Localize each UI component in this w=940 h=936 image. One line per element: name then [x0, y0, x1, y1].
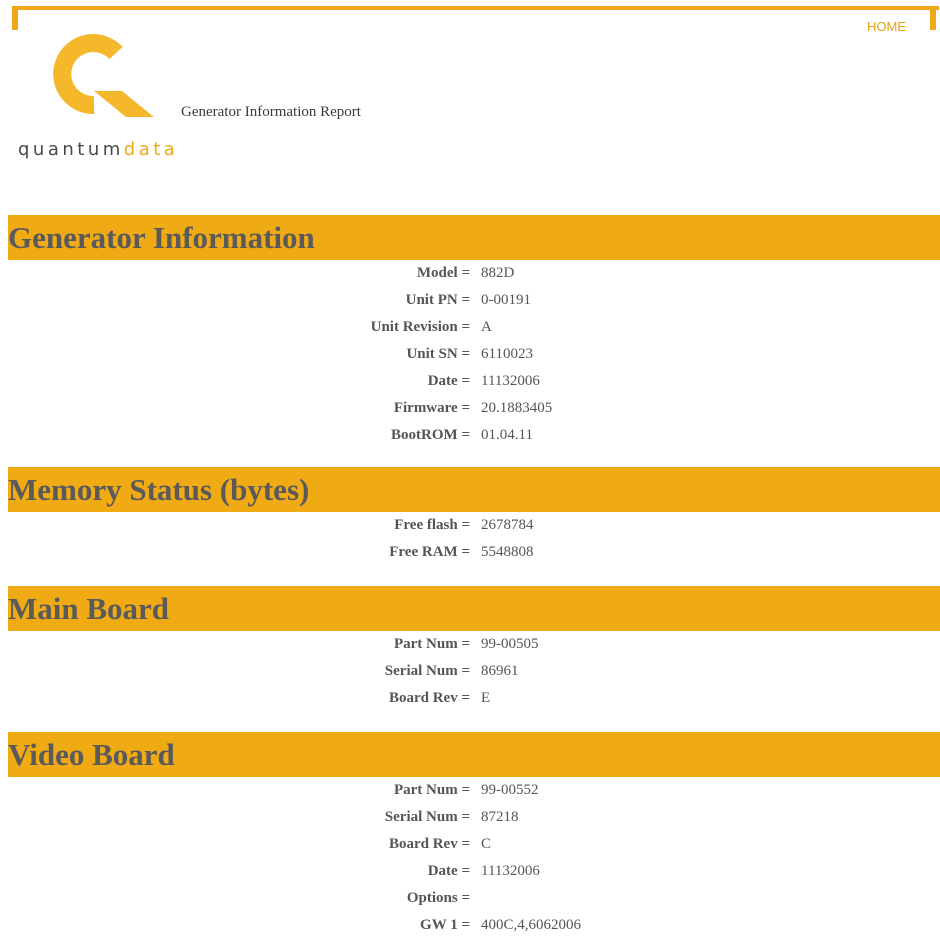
info-row: Board Rev = E	[0, 687, 940, 709]
info-value: 400C,4,6062006	[481, 917, 582, 933]
info-row: GW 1 = 400C,4,6062006	[0, 914, 940, 936]
info-key: Part Num =	[393, 782, 470, 798]
info-key: GW 1 =	[420, 917, 470, 933]
section-header-video-board: Video Board	[8, 732, 940, 777]
info-key: Unit PN =	[405, 292, 470, 308]
section-title: Generator Information	[8, 220, 315, 255]
info-value: 99-00552	[481, 782, 539, 798]
info-key: Board Rev =	[388, 836, 470, 852]
info-value: 01.04.11	[481, 427, 533, 443]
info-key: Firmware =	[393, 400, 470, 416]
info-value: 6110023	[481, 346, 533, 362]
section-title: Memory Status (bytes)	[8, 472, 310, 507]
info-row: Date = 11132006	[0, 370, 940, 392]
section-title: Main Board	[8, 591, 170, 626]
info-row: Part Num = 99-00505	[0, 633, 940, 655]
info-row: Serial Num = 87218	[0, 806, 940, 828]
info-value: 0-00191	[481, 292, 531, 308]
info-row: Unit Revision = A	[0, 316, 940, 338]
info-value: C	[481, 836, 492, 852]
info-key: BootROM =	[391, 427, 470, 443]
logo-wordmark-quantum: quantum	[18, 139, 124, 160]
info-key: Unit SN =	[406, 346, 470, 362]
info-row: Date = 11132006	[0, 860, 940, 882]
section-title: Video Board	[8, 737, 175, 772]
section-header-generator: Generator Information	[8, 215, 940, 260]
info-key: Options =	[406, 890, 470, 906]
section-header-main-board: Main Board	[8, 586, 940, 631]
info-row: Model = 882D	[0, 262, 940, 284]
info-key: Unit Revision =	[370, 319, 470, 335]
info-value: 11132006	[481, 863, 540, 879]
info-value: 5548808	[481, 544, 534, 560]
logo-wordmark-data: data	[123, 139, 179, 160]
info-value: 882D	[481, 265, 515, 281]
info-key: Serial Num =	[384, 809, 470, 825]
info-key: Date =	[427, 863, 470, 879]
info-key: Serial Num =	[384, 663, 470, 679]
info-key: Free RAM =	[389, 544, 470, 560]
top-bar-right-tick	[930, 6, 936, 30]
info-value: 2678784	[481, 517, 534, 533]
info-value: 99-00505	[481, 636, 539, 652]
top-bar-left-tick	[12, 6, 18, 30]
info-key: Board Rev =	[388, 690, 470, 706]
info-value: 87218	[481, 809, 519, 825]
info-value: 11132006	[481, 373, 540, 389]
info-row: Unit PN = 0-00191	[0, 289, 940, 311]
top-bar	[12, 6, 939, 10]
info-value: E	[481, 690, 491, 706]
quantumdata-logo-icon	[53, 34, 154, 117]
logo-wordmark: quantumdata	[18, 139, 178, 160]
info-key: Date =	[427, 373, 470, 389]
info-row: Unit SN = 6110023	[0, 343, 940, 365]
info-key: Free flash =	[394, 517, 470, 533]
info-row: Free flash = 2678784	[0, 514, 940, 536]
info-row: BootROM = 01.04.11	[0, 424, 940, 446]
home-link[interactable]: HOME	[867, 19, 906, 34]
info-key: Part Num =	[393, 636, 470, 652]
info-row: Free RAM = 5548808	[0, 541, 940, 563]
info-row: Board Rev = C	[0, 833, 940, 855]
info-value: A	[481, 319, 492, 335]
section-header-memory: Memory Status (bytes)	[8, 467, 940, 512]
info-key: Model =	[416, 265, 470, 281]
info-value: 20.1883405	[481, 400, 553, 416]
info-row: Part Num = 99-00552	[0, 779, 940, 801]
info-row: Serial Num = 86961	[0, 660, 940, 682]
info-row: Options =	[0, 887, 940, 909]
info-value: 86961	[481, 663, 519, 679]
info-row: Firmware = 20.1883405	[0, 397, 940, 419]
report-title: Generator Information Report	[181, 104, 361, 120]
